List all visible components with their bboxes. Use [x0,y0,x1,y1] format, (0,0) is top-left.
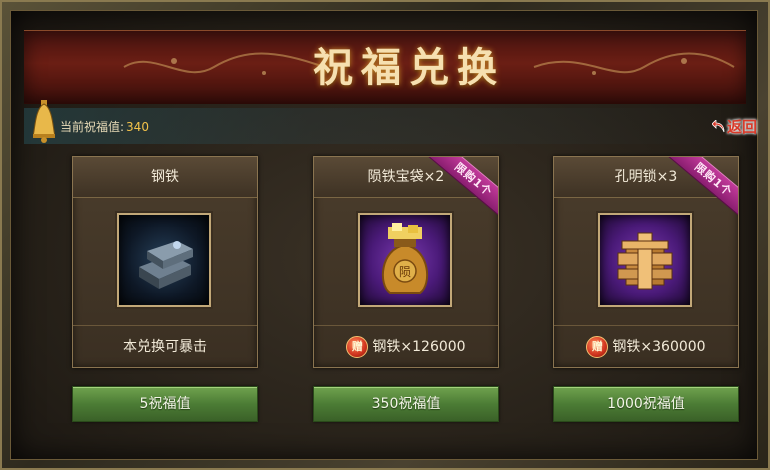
exchange-card-steel: 钢铁 本兑换可暴击 [72,156,258,368]
svg-text:陨: 陨 [399,265,411,279]
bonus-text: 钢铁×126000 [372,339,466,355]
item-slot-steel[interactable] [117,213,211,307]
title-banner: 祝福兑换 [24,30,746,104]
blessing-value-number: 340 [126,120,149,134]
item-slot-meteor-iron-bag[interactable]: 陨 [358,213,452,307]
meteor-iron-bag-icon: 陨 [382,223,428,294]
page-title: 祝福兑换 [313,44,505,91]
back-arrow-icon [712,120,725,133]
back-button[interactable]: 返回 [712,116,770,140]
gift-icon: 赠 [346,336,369,358]
item-slot-kongming-lock[interactable] [598,213,692,307]
blessing-value-display: 当前祝福值: 340 [60,118,149,135]
steel-ingot-icon [139,241,193,289]
blessing-value-label: 当前祝福值: [60,120,125,134]
exchange-card-meteor-iron-bag: 陨铁宝袋×2 限购1个 陨 赠钢铁×126000 [313,156,499,368]
bonus-text: 钢铁×360000 [612,339,706,355]
card-title: 钢铁 [73,157,257,198]
back-button-label: 返回 [727,118,758,136]
card-footer-bonus: 赠钢铁×126000 [314,325,498,367]
gift-icon: 赠 [586,336,609,358]
kongming-lock-icon [617,232,673,290]
card-footer-bonus: 赠钢铁×360000 [554,325,738,367]
card-footer-text: 本兑换可暴击 [73,325,257,367]
gold-bell-icon [33,100,55,143]
exchange-button-kongming-lock[interactable]: 1000祝福值 [553,386,739,422]
exchange-card-kongming-lock: 孔明锁×3 限购1个 赠钢铁×360000 [553,156,739,368]
exchange-button-steel[interactable]: 5祝福值 [72,386,258,422]
exchange-button-meteor-iron-bag[interactable]: 350祝福值 [313,386,499,422]
